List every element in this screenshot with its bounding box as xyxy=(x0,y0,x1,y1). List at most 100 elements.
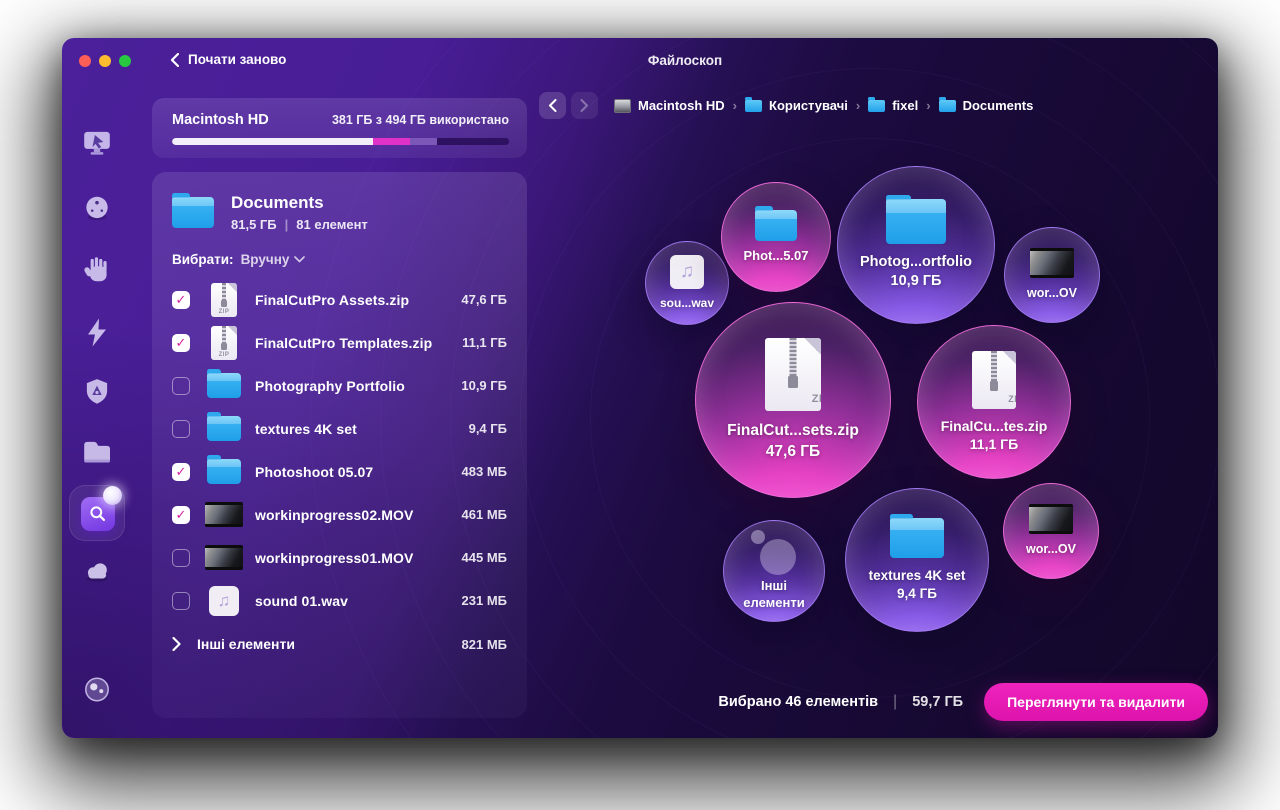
bubble-finalcutpro-assets[interactable]: ZIP FinalCut...sets.zip47,6 ГБ xyxy=(695,302,891,498)
video-thumbnail-icon xyxy=(1030,248,1074,278)
audio-file-icon: ♫ xyxy=(670,255,704,289)
bubble-label: FinalCut...sets.zip xyxy=(727,422,859,439)
sidebar-item-cleanup[interactable] xyxy=(81,193,113,230)
breadcrumb-separator: › xyxy=(926,98,930,113)
table-row[interactable]: ✓ ZIP FinalCutPro Assets.zip 47,6 ГБ xyxy=(152,278,527,321)
breadcrumb: Macintosh HD › Користувачі › fixel › Doc… xyxy=(539,92,1033,119)
select-mode-value: Вручну xyxy=(241,252,290,267)
file-name: workinprogress02.MOV xyxy=(255,507,462,523)
video-thumbnail-icon xyxy=(205,545,243,570)
sidebar-item-applications[interactable] xyxy=(81,377,113,414)
orb-icon xyxy=(81,193,113,225)
row-checkbox[interactable] xyxy=(172,420,190,438)
folder-panel: Documents 81,5 ГБ | 81 елемент Вибрати: … xyxy=(152,172,527,718)
breadcrumb-label: fixel xyxy=(892,98,918,113)
check-icon: ✓ xyxy=(176,292,187,308)
folder-icon xyxy=(745,100,762,112)
sidebar-item-protection[interactable] xyxy=(81,254,113,291)
chevron-left-icon xyxy=(170,53,179,67)
audio-file-icon: ♫ xyxy=(209,586,239,616)
bubble-label: FinalCu...tes.zip xyxy=(941,418,1048,434)
folder-file-icon xyxy=(890,518,944,558)
row-checkbox[interactable] xyxy=(172,592,190,610)
breadcrumb-segment-user[interactable]: fixel xyxy=(868,98,918,113)
row-checkbox[interactable] xyxy=(172,377,190,395)
close-window-button[interactable] xyxy=(79,55,91,67)
sidebar-item-assistant[interactable] xyxy=(81,674,113,711)
zip-file-icon: ZIP xyxy=(972,351,1016,409)
row-checkbox[interactable]: ✓ xyxy=(172,334,190,352)
bubble-label: Photog...ortfolio xyxy=(860,254,972,270)
bubble-size: 47,6 ГБ xyxy=(766,443,820,460)
table-row[interactable]: Photography Portfolio 10,9 ГБ xyxy=(152,364,527,407)
breadcrumb-label: Documents xyxy=(963,98,1034,113)
file-name: Photography Portfolio xyxy=(255,378,461,394)
bubble-finalcutpro-templates[interactable]: ZIP FinalCu...tes.zip 11,1 ГБ xyxy=(917,325,1071,479)
bolt-icon xyxy=(82,317,112,349)
folder-count: 81 елемент xyxy=(296,217,368,232)
chevron-right-icon xyxy=(580,99,589,112)
sidebar-item-performance[interactable] xyxy=(82,317,112,354)
monitor-icon xyxy=(81,127,113,159)
row-checkbox[interactable]: ✓ xyxy=(172,506,190,524)
bubble-textures-4k-set[interactable]: textures 4K set9,4 ГБ xyxy=(845,488,989,632)
row-checkbox[interactable] xyxy=(172,549,190,567)
breadcrumb-segment-documents[interactable]: Documents xyxy=(939,98,1034,113)
start-over-button[interactable]: Почати заново xyxy=(170,52,286,67)
bubble-label: Інші елементи xyxy=(738,578,810,612)
table-row[interactable]: ✓ ZIP FinalCutPro Templates.zip 11,1 ГБ xyxy=(152,321,527,364)
bubble-sound-wav[interactable]: ♫ sou...wav xyxy=(645,241,729,325)
back-button[interactable] xyxy=(539,92,566,119)
breadcrumb-segment-drive[interactable]: Macintosh HD xyxy=(614,98,725,113)
sidebar-item-space-lens-active[interactable] xyxy=(69,485,125,541)
minimize-window-button[interactable] xyxy=(99,55,111,67)
bubble-other-items[interactable]: Інші елементи xyxy=(723,520,825,622)
row-checkbox[interactable]: ✓ xyxy=(172,463,190,481)
table-row[interactable]: ✓ Photoshoot 05.07 483 МБ xyxy=(152,450,527,493)
select-mode-dropdown[interactable]: Вручну xyxy=(241,252,306,267)
bubble-workinprogress01[interactable]: wor...OV xyxy=(1004,227,1100,323)
table-row[interactable]: textures 4K set 9,4 ГБ xyxy=(152,407,527,450)
review-and-remove-button[interactable]: Переглянути та видалити xyxy=(984,683,1208,721)
file-name: textures 4K set xyxy=(255,421,469,437)
sidebar-item-files[interactable] xyxy=(81,437,113,472)
bubble-label: sou...wav xyxy=(660,296,714,312)
drive-card: Macintosh HD 381 ГБ з 494 ГБ використано xyxy=(152,98,527,158)
zip-file-icon: ZIP xyxy=(211,283,237,317)
bubble-size: 11,1 ГБ xyxy=(970,436,1018,452)
page-title: Файлоскоп xyxy=(648,53,722,68)
cloud-icon xyxy=(81,557,113,585)
breadcrumb-separator: › xyxy=(733,98,737,113)
other-items-row[interactable]: Інші елементи 821 МБ xyxy=(152,622,527,666)
row-checkbox[interactable]: ✓ xyxy=(172,291,190,309)
other-items-icon xyxy=(749,530,799,576)
sidebar-item-storage[interactable] xyxy=(81,557,113,590)
forward-button[interactable] xyxy=(571,92,598,119)
bubble-workinprogress02[interactable]: wor...OV xyxy=(1003,483,1099,579)
bubble-photoshoot[interactable]: Phot...5.07 xyxy=(721,182,831,292)
bubble-label: wor...OV xyxy=(1026,541,1076,557)
file-size: 483 МБ xyxy=(462,464,507,479)
file-size: 10,9 ГБ xyxy=(461,378,507,393)
breadcrumb-separator: › xyxy=(856,98,860,113)
zoom-window-button[interactable] xyxy=(119,55,131,67)
hand-icon xyxy=(81,254,113,286)
hard-drive-icon xyxy=(614,99,631,113)
other-items-size: 821 МБ xyxy=(462,637,507,652)
sidebar-item-dashboard[interactable] xyxy=(81,127,113,164)
file-size: 11,1 ГБ xyxy=(462,335,507,350)
file-name: Photoshoot 05.07 xyxy=(255,464,462,480)
folder-file-icon xyxy=(207,373,241,398)
bubble-photography-portfolio[interactable]: Photog...ortfolio10,9 ГБ xyxy=(837,166,995,324)
table-row[interactable]: workinprogress01.MOV 445 МБ xyxy=(152,536,527,579)
folder-icon xyxy=(939,100,956,112)
breadcrumb-segment-users[interactable]: Користувачі xyxy=(745,98,848,113)
check-icon: ✓ xyxy=(176,507,187,523)
table-row[interactable]: ♫ sound 01.wav 231 МБ xyxy=(152,579,527,622)
table-row[interactable]: ✓ workinprogress02.MOV 461 МБ xyxy=(152,493,527,536)
file-name: FinalCutPro Assets.zip xyxy=(255,292,461,308)
selection-summary-bar: Вибрано 46 елементів | 59,7 ГБ Перегляну… xyxy=(718,683,1208,721)
chevron-right-icon xyxy=(172,637,181,651)
meta-separator: | xyxy=(285,217,289,232)
drive-name: Macintosh HD xyxy=(172,112,269,128)
